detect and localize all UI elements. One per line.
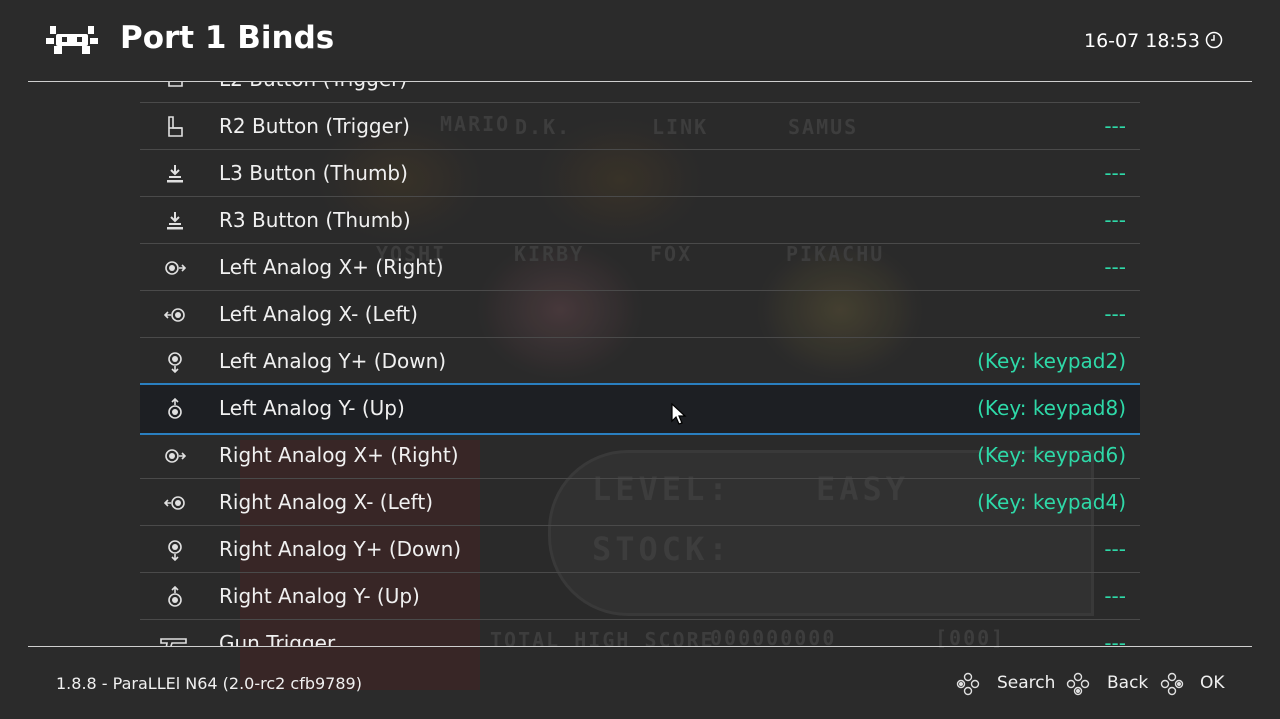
ok-action[interactable]: OK bbox=[1200, 673, 1225, 693]
bind-label: Left Analog X+ (Right) bbox=[219, 255, 444, 279]
bind-value: --- bbox=[1104, 537, 1126, 561]
bind-value: --- bbox=[1104, 114, 1126, 138]
gamepad-buttons-icon bbox=[1066, 672, 1090, 696]
analog-up-icon bbox=[168, 398, 182, 419]
bind-label: L3 Button (Thumb) bbox=[219, 161, 408, 185]
bind-label: Left Analog X- (Left) bbox=[219, 302, 418, 326]
analog-left-icon bbox=[164, 496, 185, 510]
bind-row-right-analog-y-plus[interactable]: Right Analog Y+ (Down) --- bbox=[140, 526, 1140, 573]
thumbstick-press-icon bbox=[167, 165, 183, 183]
bind-label: Right Analog X+ (Right) bbox=[219, 443, 459, 467]
bind-value: (Key: keypad2) bbox=[977, 349, 1126, 373]
trigger-icon bbox=[168, 82, 183, 87]
bind-row-left-analog-y-plus[interactable]: Left Analog Y+ (Down) (Key: keypad2) bbox=[140, 338, 1140, 385]
bind-value: --- bbox=[1104, 302, 1126, 326]
retroarch-logo-icon bbox=[46, 26, 98, 54]
back-action[interactable]: Back bbox=[1107, 673, 1148, 693]
bind-label: L2 Button (Trigger) bbox=[219, 82, 407, 91]
clock-text: 16-07 18:53 bbox=[1083, 30, 1200, 52]
bind-row-right-analog-x-plus[interactable]: Right Analog X+ (Right) (Key: keypad6) bbox=[140, 432, 1140, 479]
analog-up-icon bbox=[168, 586, 182, 607]
bind-value: --- bbox=[1104, 584, 1126, 608]
analog-down-icon bbox=[168, 540, 182, 561]
analog-right-icon bbox=[165, 261, 186, 275]
bind-row-l3[interactable]: L3 Button (Thumb) --- bbox=[140, 150, 1140, 197]
bind-label: Left Analog Y- (Up) bbox=[219, 396, 405, 420]
bind-value: --- bbox=[1104, 255, 1126, 279]
bind-value: --- bbox=[1104, 161, 1126, 185]
analog-down-icon bbox=[168, 352, 182, 373]
bind-label: Gun Trigger bbox=[219, 631, 336, 646]
bind-row-r2[interactable]: R2 Button (Trigger) --- bbox=[140, 103, 1140, 150]
analog-right-icon bbox=[165, 449, 186, 463]
bind-row-right-analog-x-minus[interactable]: Right Analog X- (Left) (Key: keypad4) bbox=[140, 479, 1140, 526]
bind-label: Left Analog Y+ (Down) bbox=[219, 349, 447, 373]
bind-row-gun-trigger[interactable]: Gun Trigger --- bbox=[140, 620, 1140, 646]
bind-label: Right Analog Y+ (Down) bbox=[219, 537, 462, 561]
gamepad-buttons-icon bbox=[956, 672, 980, 696]
core-version-text: 1.8.8 - ParaLLEl N64 (2.0-rc2 cfb9789) bbox=[56, 674, 362, 693]
analog-left-icon bbox=[164, 308, 185, 322]
bind-row-left-analog-x-minus[interactable]: Left Analog X- (Left) --- bbox=[140, 291, 1140, 338]
bind-row-left-analog-x-plus[interactable]: Left Analog X+ (Right) --- bbox=[140, 244, 1140, 291]
bind-row-left-analog-y-minus-selected[interactable]: Left Analog Y- (Up) (Key: keypad8) bbox=[140, 383, 1140, 435]
bind-value: (Key: keypad4) bbox=[977, 490, 1126, 514]
footer-divider bbox=[28, 646, 1252, 647]
bind-row-r3[interactable]: R3 Button (Thumb) --- bbox=[140, 197, 1140, 244]
gamepad-buttons-icon bbox=[1160, 672, 1184, 696]
page-title: Port 1 Binds bbox=[120, 20, 335, 56]
search-action[interactable]: Search bbox=[997, 673, 1055, 693]
bind-label: Right Analog X- (Left) bbox=[219, 490, 433, 514]
bind-label: Right Analog Y- (Up) bbox=[219, 584, 420, 608]
bind-value: --- bbox=[1104, 631, 1126, 646]
gun-icon bbox=[160, 638, 187, 646]
trigger-icon bbox=[168, 116, 183, 137]
thumbstick-press-icon bbox=[167, 212, 183, 230]
bind-value: (Key: keypad6) bbox=[977, 443, 1126, 467]
clock-icon bbox=[1205, 31, 1223, 49]
bind-row-l2[interactable]: L2 Button (Trigger) bbox=[140, 82, 1140, 103]
mouse-cursor-icon bbox=[671, 403, 687, 425]
bind-value: --- bbox=[1104, 208, 1126, 232]
bind-value: (Key: keypad8) bbox=[977, 396, 1126, 420]
binds-list: L2 Button (Trigger) R2 Button (Trigger) … bbox=[140, 82, 1140, 646]
bind-label: R3 Button (Thumb) bbox=[219, 208, 411, 232]
bind-row-right-analog-y-minus[interactable]: Right Analog Y- (Up) --- bbox=[140, 573, 1140, 620]
header: Port 1 Binds 16-07 18:53 bbox=[0, 0, 1280, 82]
bind-label: R2 Button (Trigger) bbox=[219, 114, 410, 138]
